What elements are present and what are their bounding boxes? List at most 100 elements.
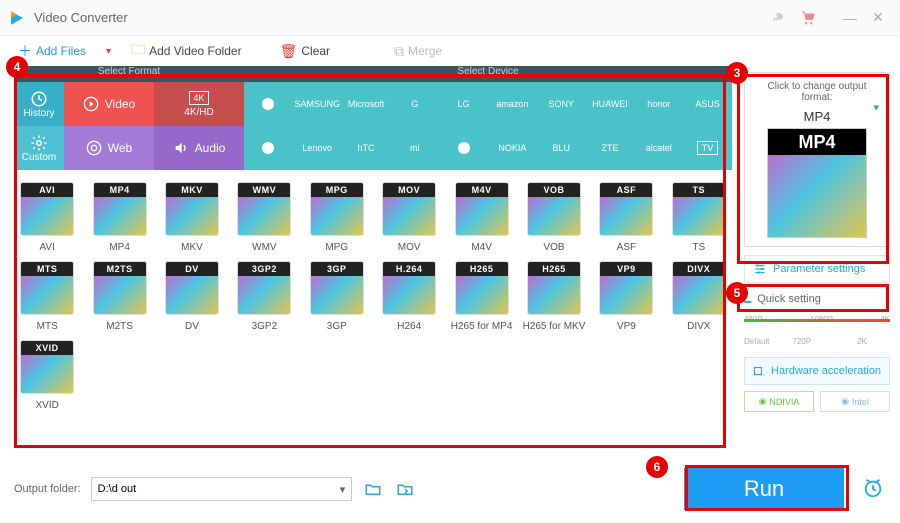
brand-BLU[interactable]: BLU — [537, 126, 586, 170]
video-category[interactable]: Video — [64, 82, 154, 126]
format-label: 3GP — [327, 321, 347, 332]
folder-icon: 🗀 — [131, 39, 145, 63]
brand-Microsoft[interactable]: Microsoft — [342, 82, 391, 126]
brand-NOKIA[interactable]: NOKIA — [488, 126, 537, 170]
output-format-card[interactable]: Click to change output format: MP4 ▾ MP4 — [744, 72, 890, 247]
format-xvid[interactable]: XVIDXVID — [14, 340, 80, 411]
format-asf[interactable]: ASFASF — [593, 182, 659, 253]
run-button[interactable]: Run — [684, 468, 844, 510]
add-files-dropdown-caret[interactable]: ▾ — [106, 46, 111, 57]
output-format-thumbnail: MP4 — [767, 128, 867, 238]
format-tag: MP4 — [94, 183, 146, 197]
format-divx[interactable]: DIVXDIVX — [666, 261, 732, 332]
speaker-icon — [173, 140, 189, 156]
format-mov[interactable]: MOVMOV — [376, 182, 442, 253]
brand-LG[interactable]: LG — [439, 82, 488, 126]
brand-alcatel[interactable]: alcatel — [634, 126, 683, 170]
format-tag: AVI — [21, 183, 73, 197]
format-label: DV — [185, 321, 199, 332]
format-h264[interactable]: H.264H264 — [376, 261, 442, 332]
format-label: M4V — [471, 242, 492, 253]
brand-logo-14[interactable] — [439, 126, 488, 170]
format-label: ASF — [617, 242, 636, 253]
brand-TV[interactable]: TV — [683, 126, 732, 170]
add-files-button[interactable]: ＋ Add Files — [12, 39, 92, 63]
brand-ASUS[interactable]: ASUS — [683, 82, 732, 126]
brand-hTC[interactable]: hTC — [342, 126, 391, 170]
format-tag: DIVX — [673, 262, 725, 276]
intel-chip[interactable]: ◉ Intel — [820, 391, 890, 412]
format-tag: H265 — [528, 262, 580, 276]
brand-SONY[interactable]: SONY — [537, 82, 586, 126]
4k-hd-category[interactable]: 4K 4K/HD — [154, 82, 244, 126]
nvidia-icon: ◉ — [759, 396, 767, 407]
nvidia-chip[interactable]: ◉ NDIVIA — [744, 391, 814, 412]
format-m4v[interactable]: M4VM4V — [448, 182, 514, 253]
gear-icon — [30, 134, 48, 152]
format-label: H265 for MP4 — [451, 321, 513, 332]
format-label: H264 — [397, 321, 421, 332]
key-icon[interactable] — [766, 4, 794, 32]
format-h265-for-mp4[interactable]: H265H265 for MP4 — [448, 261, 514, 332]
brand-HUAWEI[interactable]: HUAWEI — [586, 82, 635, 126]
quick-setting-label: Quick setting — [757, 293, 821, 305]
format-avi[interactable]: AVI AVI — [14, 182, 80, 253]
format-vp9[interactable]: VP9VP9 — [593, 261, 659, 332]
format-mpg[interactable]: MPGMPG — [304, 182, 370, 253]
open-folder-button[interactable] — [362, 478, 384, 500]
format-vob[interactable]: VOBVOB — [521, 182, 587, 253]
schedule-button[interactable] — [862, 477, 886, 501]
toolbar: ＋ Add Files ▾ 🗀 Add Video Folder 🗑 Clear… — [0, 36, 900, 66]
close-button[interactable]: ✕ — [864, 4, 892, 32]
bottom-bar: Output folder: D:\d out ▾ Run — [0, 461, 900, 517]
brand-Lenovo[interactable]: Lenovo — [293, 126, 342, 170]
brand-logo-0[interactable] — [244, 82, 293, 126]
browse-folder-button[interactable] — [394, 478, 416, 500]
format-h265-for-mkv[interactable]: H265H265 for MKV — [521, 261, 587, 332]
output-folder-label: Output folder: — [14, 483, 81, 495]
format-tag: M2TS — [94, 262, 146, 276]
brand-logo-icon — [259, 139, 277, 157]
minimize-button[interactable]: — — [836, 4, 864, 32]
category-strip: History Custom Video Web 4K — [14, 82, 732, 170]
format-wmv[interactable]: WMVWMV — [231, 182, 297, 253]
hardware-acceleration-toggle[interactable]: Hardware acceleration — [744, 357, 890, 385]
cart-icon[interactable] — [794, 4, 822, 32]
format-m2ts[interactable]: M2TSM2TS — [86, 261, 152, 332]
format-ts[interactable]: TSTS — [666, 182, 732, 253]
brand-SAMSUNG[interactable]: SAMSUNG — [293, 82, 342, 126]
clear-button[interactable]: 🗑 Clear — [274, 41, 336, 62]
format-label: AVI — [40, 242, 55, 253]
output-folder-combo[interactable]: D:\d out ▾ — [91, 477, 353, 501]
format-label: MP4 — [109, 242, 130, 253]
format-mts[interactable]: MTSMTS — [14, 261, 80, 332]
format-mkv[interactable]: MKVMKV — [159, 182, 225, 253]
brand-honor[interactable]: honor — [634, 82, 683, 126]
format-tag: WMV — [238, 183, 290, 197]
quality-slider[interactable]: 480P1080P4K — [744, 315, 890, 339]
chevron-down-icon: ▾ — [873, 101, 879, 114]
format-dv[interactable]: DVDV — [159, 261, 225, 332]
app-logo-icon — [8, 9, 26, 27]
brand-logo-10[interactable] — [244, 126, 293, 170]
brand-G[interactable]: G — [390, 82, 439, 126]
custom-tab[interactable]: Custom — [14, 126, 64, 170]
audio-category[interactable]: Audio — [154, 126, 244, 170]
format-tag: 3GP — [311, 262, 363, 276]
format-3gp2[interactable]: 3GP23GP2 — [231, 261, 297, 332]
format-mp4[interactable]: MP4 MP4 — [86, 182, 152, 253]
merge-button[interactable]: ⧉ Merge — [388, 41, 448, 62]
history-tab[interactable]: History — [14, 82, 64, 126]
brand-ZTE[interactable]: ZTE — [586, 126, 635, 170]
brand-mi[interactable]: mi — [390, 126, 439, 170]
brand-amazon[interactable]: amazon — [488, 82, 537, 126]
trash-icon: 🗑 — [280, 43, 298, 60]
plus-icon: ＋ — [18, 41, 32, 61]
parameter-settings-button[interactable]: Parameter settings — [744, 255, 890, 283]
output-format-name: MP4 — [753, 109, 881, 124]
add-video-folder-button[interactable]: 🗀 Add Video Folder — [125, 37, 248, 65]
brand-logo-icon — [259, 95, 277, 113]
format-3gp[interactable]: 3GP 3GP — [304, 261, 370, 332]
dash-icon: ━ — [744, 295, 751, 309]
web-category[interactable]: Web — [64, 126, 154, 170]
